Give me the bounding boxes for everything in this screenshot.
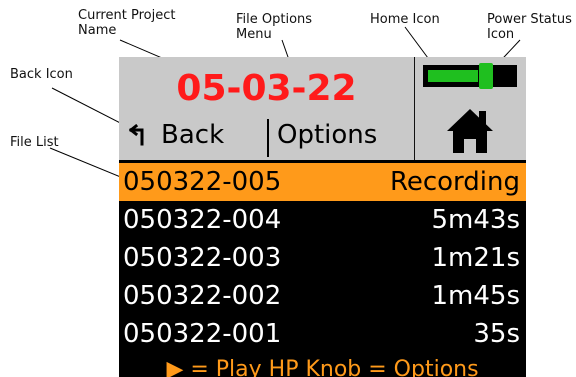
footer-hint: ▶ = Play HP Knob = Options [119,357,526,377]
current-project-name: 05-03-22 [176,68,357,109]
file-list-item[interactable]: 050322-004 5m43s [119,201,526,239]
callout-power-status-icon: Power Status Icon [487,12,572,42]
footer-hint-text: = Play HP Knob = Options [183,357,479,377]
home-button[interactable] [443,103,497,157]
power-status-icon [423,63,517,89]
file-status: 35s [473,319,520,349]
file-list-item[interactable]: 050322-002 1m45s [119,277,526,315]
device-screen: 05-03-22 Back Options 050322-005 Recordi… [119,57,526,377]
power-level-indicator [479,63,493,89]
header-left-panel: 05-03-22 Back Options [119,57,414,160]
file-status: 1m21s [431,243,521,273]
file-name: 050322-002 [123,281,282,311]
file-list-item[interactable]: 050322-005 Recording [119,163,526,201]
file-options-button[interactable]: Options [277,115,377,155]
file-name: 050322-005 [123,167,282,197]
callout-file-list: File List [10,135,59,150]
callout-back-icon: Back Icon [10,67,73,82]
callout-home-icon: Home Icon [370,12,440,27]
home-icon [447,109,493,153]
file-name: 050322-003 [123,243,282,273]
header-bar: 05-03-22 Back Options [119,57,526,160]
file-options-label: Options [277,120,378,150]
power-level-fill [428,70,478,82]
play-icon: ▶ [166,357,184,377]
file-list-item[interactable]: 050322-001 35s [119,315,526,353]
callout-current-project-name: Current Project Name [78,8,176,38]
file-list-item[interactable]: 050322-003 1m21s [119,239,526,277]
back-button-label: Back [161,120,225,150]
file-name: 050322-004 [123,205,282,235]
header-button-row: Back Options [119,113,414,157]
file-name: 050322-001 [123,319,282,349]
back-arrow-icon [128,123,153,146]
button-divider [267,119,269,157]
file-status: 1m45s [431,281,521,311]
header-right-panel [415,57,526,160]
callout-file-options-menu: File Options Menu [236,12,313,42]
file-status: 5m43s [431,205,521,235]
file-list: 050322-005 Recording 050322-004 5m43s 050322… [119,163,526,353]
file-status: Recording [389,167,520,197]
back-button[interactable]: Back [128,115,264,155]
